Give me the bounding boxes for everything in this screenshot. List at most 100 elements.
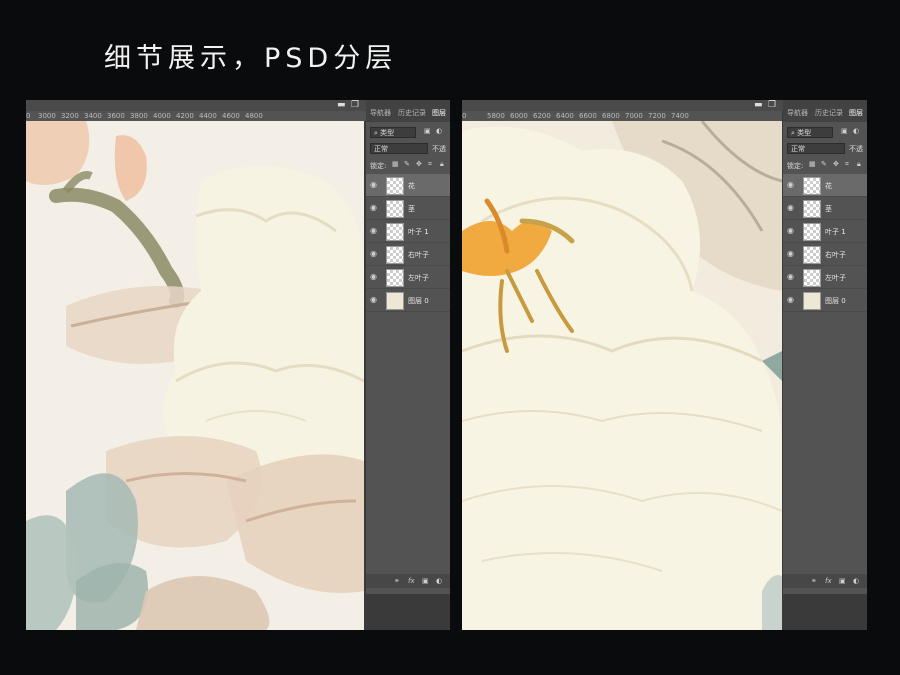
image-filter-icon[interactable]: ▣	[424, 127, 431, 135]
blend-mode-select[interactable]: 正常	[370, 143, 428, 154]
ruler-tick: 3200	[61, 112, 79, 120]
ruler-tick: 4600	[222, 112, 240, 120]
layer-row-stem[interactable]: ◉ 茎	[783, 197, 867, 220]
layers-panel: 导航器 历史记录 图层 ⌕ 类型 ▣ ◐ 正常 不透 锁定: ▦ ✎ ✥ ⌗ 🔒…	[783, 100, 867, 594]
ruler-tick: 0	[462, 112, 467, 120]
layer-thumbnail	[803, 223, 821, 241]
image-filter-icon[interactable]: ▣	[841, 127, 848, 135]
adjustment-filter-icon[interactable]: ◐	[853, 127, 859, 135]
lock-move-icon[interactable]: ✥	[833, 160, 839, 168]
filter-row: ⌕ 类型 ▣ ◐	[370, 127, 450, 139]
minimize-icon[interactable]: ▬	[337, 100, 346, 110]
layer-row-leaf-1[interactable]: ◉ 叶子 1	[783, 220, 867, 243]
layer-row-leaf-1[interactable]: ◉ 叶子 1	[366, 220, 450, 243]
eye-icon[interactable]: ◉	[787, 203, 796, 212]
filter-row: ⌕ 类型 ▣ ◐	[787, 127, 867, 139]
mask-icon[interactable]: ▣	[422, 577, 429, 585]
layer-name: 左叶子	[825, 274, 846, 282]
photoshop-window-left: ▬ ❐ 0 3000 3200 3400 3600 3800 4000 4200 4400 460…	[26, 100, 450, 630]
layers-footer: ⚭ fx ▣ ◐	[783, 574, 867, 588]
link-icon[interactable]: ⚭	[811, 577, 817, 585]
layer-name: 右叶子	[825, 251, 846, 259]
layer-filter-select[interactable]: ⌕ 类型	[370, 127, 416, 138]
document-canvas[interactable]	[26, 121, 364, 630]
lock-artboard-icon[interactable]: ⌗	[845, 160, 849, 169]
mask-icon[interactable]: ▣	[839, 577, 846, 585]
eye-icon[interactable]: ◉	[787, 249, 796, 258]
minimize-icon[interactable]: ▬	[754, 100, 763, 110]
layer-name: 茎	[825, 205, 832, 213]
layer-row-flower[interactable]: ◉ 花	[366, 174, 450, 197]
tab-history[interactable]: 历史记录	[398, 108, 426, 118]
lock-label: 锁定:	[370, 162, 387, 170]
lock-transparent-icon[interactable]: ▦	[809, 160, 816, 168]
layer-thumbnail	[386, 177, 404, 195]
ruler-tick: 4000	[153, 112, 171, 120]
eye-icon[interactable]: ◉	[787, 272, 796, 281]
link-icon[interactable]: ⚭	[394, 577, 400, 585]
restore-icon[interactable]: ❐	[768, 100, 776, 110]
fx-icon[interactable]: fx	[825, 577, 832, 585]
layer-thumbnail	[803, 292, 821, 310]
ruler-tick: 3600	[107, 112, 125, 120]
blend-mode-select[interactable]: 正常	[787, 143, 845, 154]
eye-icon[interactable]: ◉	[370, 249, 379, 258]
ruler-tick: 7200	[648, 112, 666, 120]
adjustment-icon[interactable]: ◐	[436, 577, 442, 585]
layer-row-background[interactable]: ◉ 图层 0	[366, 289, 450, 312]
layer-name: 花	[825, 182, 832, 190]
eye-icon[interactable]: ◉	[370, 180, 379, 189]
blend-row: 正常 不透	[787, 143, 867, 155]
lock-transparent-icon[interactable]: ▦	[392, 160, 399, 168]
layer-row-flower[interactable]: ◉ 花	[783, 174, 867, 197]
eye-icon[interactable]: ◉	[370, 203, 379, 212]
layer-row-right-leaf[interactable]: ◉ 右叶子	[366, 243, 450, 266]
ruler-tick: 4400	[199, 112, 217, 120]
tab-navigator[interactable]: 导航器	[787, 108, 808, 118]
eye-icon[interactable]: ◉	[370, 226, 379, 235]
panel-tabs: 导航器 历史记录 图层	[783, 100, 867, 122]
blend-row: 正常 不透	[370, 143, 450, 155]
document-canvas[interactable]	[462, 121, 782, 630]
opacity-label: 不透	[849, 145, 863, 153]
restore-icon[interactable]: ❐	[351, 100, 359, 110]
ruler-tick: 4800	[245, 112, 263, 120]
layers-footer: ⚭ fx ▣ ◐	[366, 574, 450, 588]
tab-history[interactable]: 历史记录	[815, 108, 843, 118]
lock-all-icon[interactable]: 🔒︎	[857, 160, 861, 169]
layer-row-left-leaf[interactable]: ◉ 左叶子	[783, 266, 867, 289]
lock-move-icon[interactable]: ✥	[416, 160, 422, 168]
adjustment-icon[interactable]: ◐	[853, 577, 859, 585]
fx-icon[interactable]: fx	[408, 577, 415, 585]
lock-paint-icon[interactable]: ✎	[404, 160, 410, 168]
filter-label: 类型	[797, 129, 812, 137]
eye-icon[interactable]: ◉	[787, 180, 796, 189]
lock-artboard-icon[interactable]: ⌗	[428, 160, 432, 169]
eye-icon[interactable]: ◉	[370, 295, 379, 304]
lock-row: 锁定: ▦ ✎ ✥ ⌗ 🔒︎	[370, 160, 450, 172]
tab-navigator[interactable]: 导航器	[370, 108, 391, 118]
lock-label: 锁定:	[787, 162, 804, 170]
layer-row-left-leaf[interactable]: ◉ 左叶子	[366, 266, 450, 289]
adjustment-filter-icon[interactable]: ◐	[436, 127, 442, 135]
layer-row-stem[interactable]: ◉ 茎	[366, 197, 450, 220]
layer-filter-select[interactable]: ⌕ 类型	[787, 127, 833, 138]
lock-row: 锁定: ▦ ✎ ✥ ⌗ 🔒︎	[787, 160, 867, 172]
eye-icon[interactable]: ◉	[787, 226, 796, 235]
panel-tabs: 导航器 历史记录 图层	[366, 100, 450, 122]
tab-layers[interactable]: 图层	[432, 108, 446, 118]
lock-paint-icon[interactable]: ✎	[821, 160, 827, 168]
layer-row-background[interactable]: ◉ 图层 0	[783, 289, 867, 312]
lock-all-icon[interactable]: 🔒︎	[440, 160, 444, 169]
layer-row-right-leaf[interactable]: ◉ 右叶子	[783, 243, 867, 266]
ruler-tick: 6200	[533, 112, 551, 120]
eye-icon[interactable]: ◉	[370, 272, 379, 281]
ruler-tick: 0	[26, 112, 31, 120]
layer-thumbnail	[386, 246, 404, 264]
filter-label: 类型	[380, 129, 395, 137]
layer-thumbnail	[803, 246, 821, 264]
ruler-tick: 6800	[602, 112, 620, 120]
ruler-tick: 3000	[38, 112, 56, 120]
tab-layers[interactable]: 图层	[849, 108, 863, 118]
eye-icon[interactable]: ◉	[787, 295, 796, 304]
